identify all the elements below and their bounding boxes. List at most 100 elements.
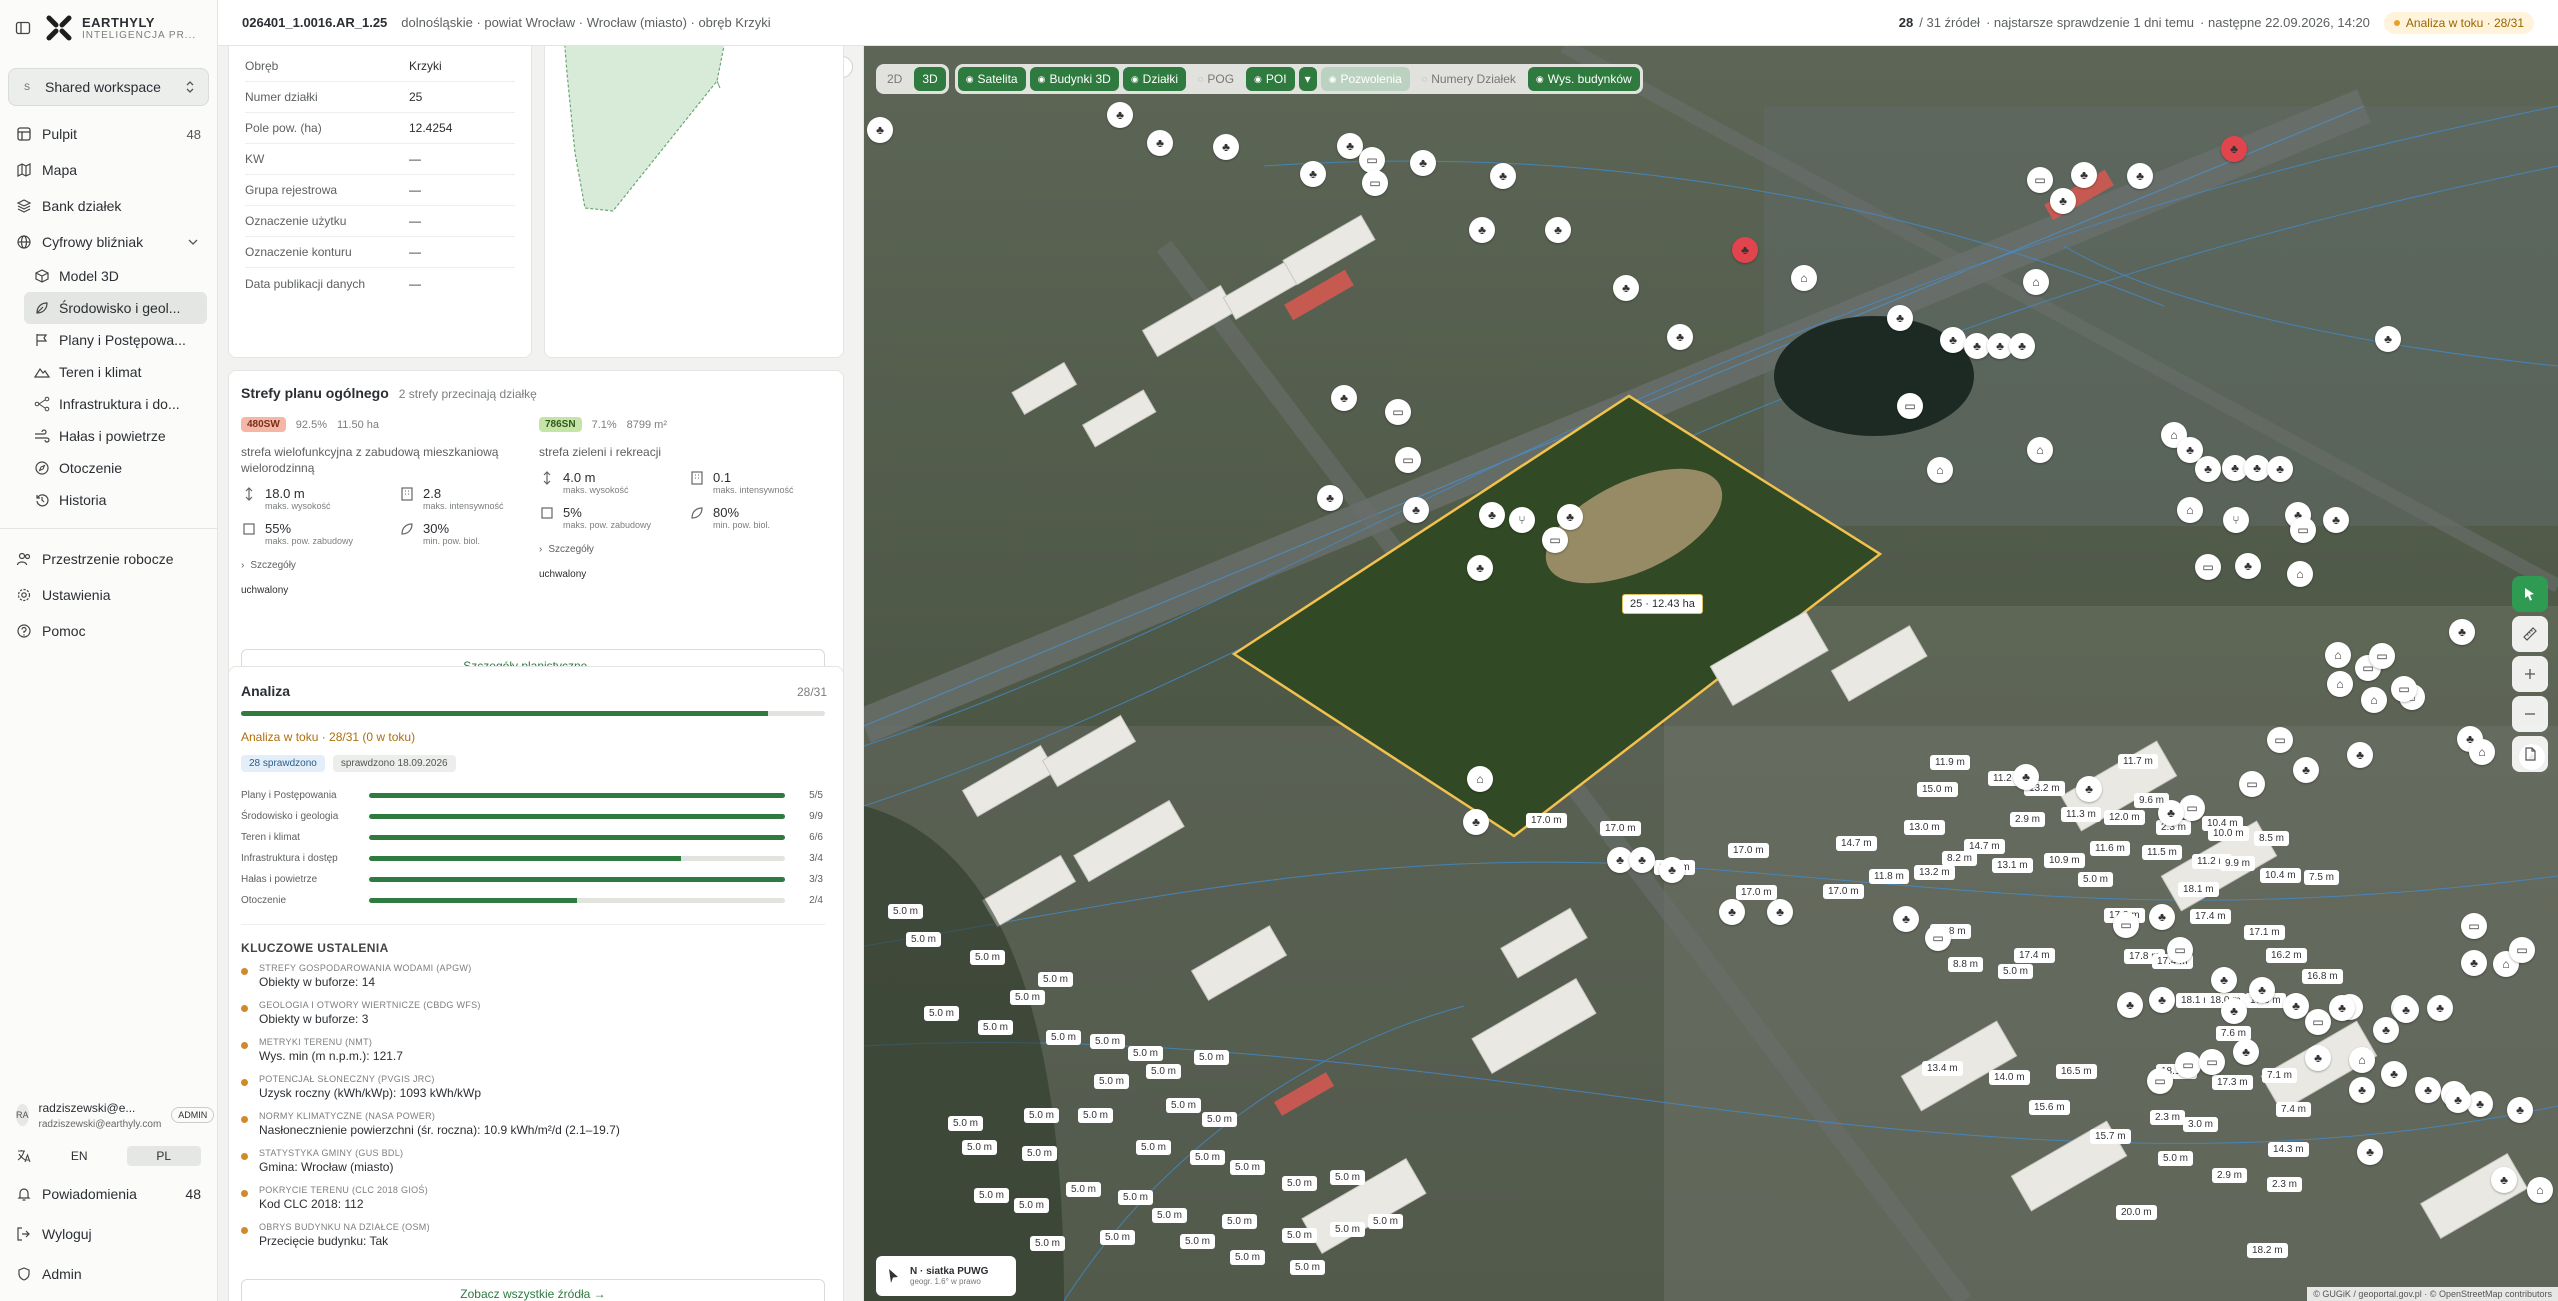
layer-toggle-poi[interactable]: ◉ POI (1246, 67, 1295, 91)
poi-marker[interactable]: ⌂ (1791, 265, 1817, 291)
building-height-label[interactable]: 18.2 m (2247, 1243, 2288, 1258)
poi-marker[interactable]: ▭ (2509, 937, 2535, 963)
poi-marker[interactable]: ▭ (1362, 170, 1388, 196)
poi-marker[interactable]: ♣ (1629, 847, 1655, 873)
poi-marker[interactable]: ⌂ (2527, 1177, 2553, 1203)
building-height-label[interactable]: 5.0 m (1146, 1064, 1182, 1079)
building-height-label[interactable]: 5.0 m (1100, 1230, 1136, 1245)
building-height-label[interactable]: 20.0 m (2116, 1205, 2157, 1220)
nav-item-ustawienia[interactable]: Ustawienia (0, 577, 217, 613)
building-height-label[interactable]: 5.0 m (1180, 1234, 1216, 1249)
poi-marker[interactable]: ▭ (1395, 447, 1421, 473)
layer-toggle-satelita[interactable]: ◉ Satelita (957, 67, 1026, 91)
mode-2d-button[interactable]: 2D (879, 67, 910, 91)
user-profile[interactable]: RA radziszewski@e... radziszewski@earthy… (16, 1092, 215, 1138)
building-height-label[interactable]: 8.2 m (1942, 851, 1978, 866)
poi-marker[interactable]: ⌂ (2361, 687, 2387, 713)
building-height-label[interactable]: 17.0 m (1728, 843, 1769, 858)
chevron-down-icon[interactable] (185, 234, 201, 250)
poi-marker[interactable]: ♣ (1403, 497, 1429, 523)
building-height-label[interactable]: 17.0 m (1736, 885, 1777, 900)
poi-marker[interactable]: ♣ (1893, 906, 1919, 932)
building-height-label[interactable]: 2.3 m (2150, 1110, 2186, 1125)
building-height-label[interactable]: 5.0 m (1230, 1250, 1266, 1265)
poi-marker[interactable]: ♣ (2267, 456, 2293, 482)
building-height-label[interactable]: 5.0 m (974, 1188, 1010, 1203)
poi-marker[interactable]: ♣ (1545, 217, 1571, 243)
building-height-label[interactable]: 13.2 m (1914, 865, 1955, 880)
poi-marker[interactable]: ♣ (2507, 1097, 2533, 1123)
poi-marker[interactable]: ▭ (2113, 912, 2139, 938)
building-height-label[interactable]: 17.4 m (2190, 909, 2231, 924)
measure-tool-button[interactable] (2512, 616, 2548, 652)
poi-marker[interactable]: ♣ (1317, 485, 1343, 511)
poi-marker[interactable]: ▭ (2239, 771, 2265, 797)
poi-marker[interactable]: ▭ (2461, 913, 2487, 939)
building-height-label[interactable]: 11.8 m (1869, 869, 1909, 884)
nav-item-cyfrowy-blizniak[interactable]: Cyfrowy bliźniak (0, 224, 217, 260)
poi-marker[interactable]: ♣ (2461, 950, 2487, 976)
building-height-label[interactable]: 18.1 m (2178, 882, 2219, 897)
poi-marker[interactable]: ⌂ (1927, 457, 1953, 483)
poi-marker[interactable]: ♣ (1300, 161, 1326, 187)
building-height-label[interactable]: 2.9 m (2010, 812, 2046, 827)
building-height-label[interactable]: 17.1 m (2244, 925, 2285, 940)
nav-item-pomoc[interactable]: Pomoc (0, 613, 217, 649)
poi-marker[interactable]: ⌂ (2023, 269, 2049, 295)
poi-marker[interactable]: ♣ (2158, 800, 2184, 826)
building-height-label[interactable]: 5.0 m (1194, 1050, 1230, 1065)
poi-marker[interactable]: ⌂ (2469, 739, 2495, 765)
layer-toggle-numery-dzialek[interactable]: ◌ Numery Działek (1414, 67, 1524, 91)
nav-item-przestrzenie[interactable]: Przestrzenie robocze (0, 541, 217, 577)
poi-marker[interactable]: ♣ (2375, 326, 2401, 352)
building-height-label[interactable]: 16.5 m (2056, 1064, 2097, 1079)
building-height-label[interactable]: 5.0 m (1282, 1176, 1318, 1191)
building-height-label[interactable]: 10.9 m (2044, 853, 2085, 868)
poi-marker[interactable]: ♣ (1940, 327, 1966, 353)
poi-marker[interactable]: ⌂ (1467, 766, 1493, 792)
poi-dropdown-chevron-icon[interactable]: ▾ (1298, 67, 1317, 91)
building-height-label[interactable]: 11.9 m (1930, 755, 1970, 770)
building-height-label[interactable]: 5.0 m (1230, 1160, 1266, 1175)
building-height-label[interactable]: 5.0 m (1014, 1198, 1050, 1213)
poi-marker[interactable]: ♣ (2329, 995, 2355, 1021)
building-height-label[interactable]: 11.5 m (2142, 845, 2182, 860)
zoom-in-button[interactable] (2512, 656, 2548, 692)
nav-item-mapa[interactable]: Mapa (0, 152, 217, 188)
building-height-label[interactable]: 15.0 m (1917, 782, 1958, 797)
layer-toggle-budynki-3d[interactable]: ◉ Budynki 3D (1029, 67, 1119, 91)
building-height-label[interactable]: 5.0 m (1024, 1108, 1060, 1123)
building-height-label[interactable]: 5.0 m (1136, 1140, 1172, 1155)
poi-marker[interactable]: ⌂ (2287, 561, 2313, 587)
sidebar-item-otoczenie[interactable]: Otoczenie (24, 452, 207, 484)
building-height-label[interactable]: 5.0 m (1330, 1170, 1366, 1185)
poi-marker[interactable]: ♣ (2427, 995, 2453, 1021)
building-height-label[interactable]: 10.0 m (2208, 826, 2249, 841)
building-height-label[interactable]: 5.0 m (1010, 990, 1046, 1005)
building-height-label[interactable]: 17.4 m (2014, 948, 2055, 963)
earthyly-logo[interactable] (44, 13, 74, 43)
poi-marker[interactable]: ♣ (2117, 992, 2143, 1018)
poi-marker[interactable]: ♣ (2293, 757, 2319, 783)
poi-marker[interactable]: ♣ (2235, 553, 2261, 579)
building-height-label[interactable]: 10.4 m (2260, 868, 2301, 883)
sidebar-item-infrastruktura[interactable]: Infrastruktura i do... (24, 388, 207, 420)
select-tool-button[interactable] (2512, 576, 2548, 612)
building-height-label[interactable]: 7.5 m (2304, 870, 2340, 885)
poi-marker[interactable]: ♣ (1732, 237, 1758, 263)
building-height-label[interactable]: 15.7 m (2090, 1129, 2131, 1144)
building-height-label[interactable]: 11.7 m (2118, 754, 2158, 769)
building-height-label[interactable]: 5.0 m (1152, 1208, 1188, 1223)
building-height-label[interactable]: 5.0 m (1190, 1150, 1226, 1165)
poi-marker[interactable]: ♣ (2221, 136, 2247, 162)
building-height-label[interactable]: 5.0 m (1166, 1098, 1202, 1113)
export-button[interactable] (2512, 736, 2548, 772)
poi-marker[interactable]: ▭ (2147, 1068, 2173, 1094)
building-height-label[interactable]: 8.5 m (2254, 831, 2290, 846)
building-height-label[interactable]: 5.0 m (906, 932, 942, 947)
poi-marker[interactable]: ▭ (2175, 1052, 2201, 1078)
building-height-label[interactable]: 5.0 m (1330, 1222, 1366, 1237)
layer-toggle-wys-budynkow[interactable]: ◉ Wys. budynków (1527, 67, 1640, 91)
building-height-label[interactable]: 17.3 m (2212, 1075, 2253, 1090)
poi-marker[interactable]: ♣ (2349, 1077, 2375, 1103)
